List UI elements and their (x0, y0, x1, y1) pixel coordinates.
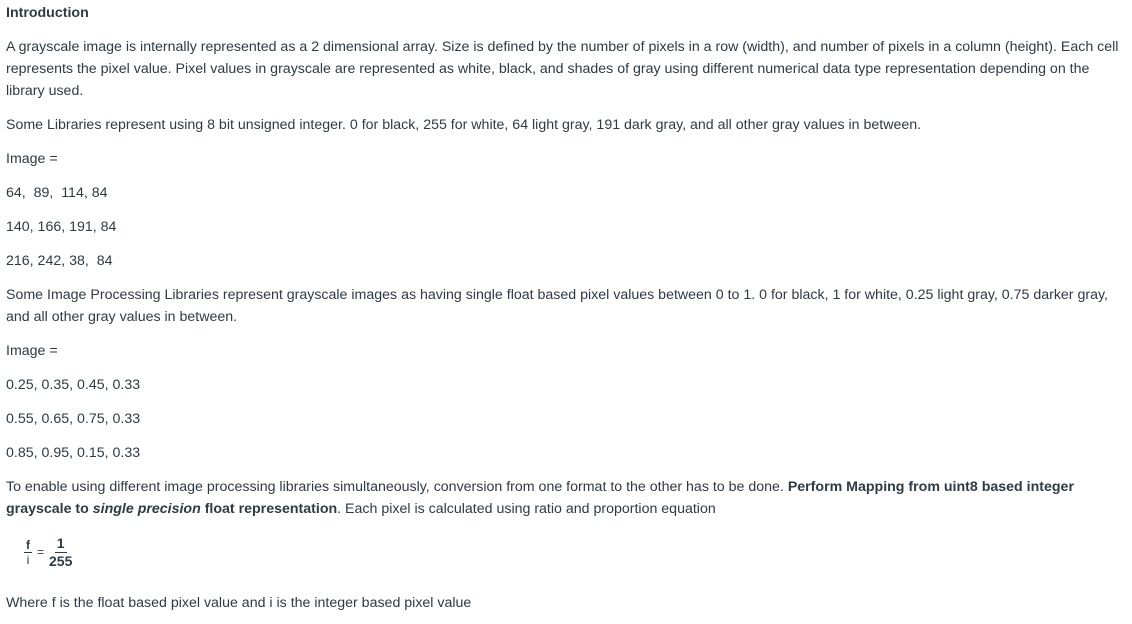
section-title: Introduction (6, 5, 89, 21)
numerator: 1 (54, 534, 67, 553)
uint8-row: 64, 89, 114, 84 (6, 185, 108, 201)
task-text: To enable using different image processi… (6, 479, 788, 495)
fraction-1-over-255: 1 255 (49, 535, 72, 570)
ratio-equation: f i = 1 255 (24, 532, 1126, 572)
document: Introduction A grayscale image is intern… (0, 0, 1132, 614)
uint8-row: 140, 166, 191, 84 (6, 219, 117, 235)
denominator: 255 (49, 552, 73, 569)
task-text: . Each pixel is calculated using ratio a… (337, 501, 716, 517)
numerator: f (24, 537, 32, 553)
definition-paragraph: Where f is the float based pixel value a… (6, 595, 472, 611)
intro-paragraph: A grayscale image is internally represen… (6, 39, 1119, 99)
float-paragraph: Some Image Processing Libraries represen… (6, 287, 1108, 325)
float-row: 0.55, 0.65, 0.75, 0.33 (6, 411, 141, 427)
float-row: 0.25, 0.35, 0.45, 0.33 (6, 377, 141, 393)
task-italic: single precision (92, 501, 201, 517)
uint8-row: 216, 242, 38, 84 (6, 253, 113, 269)
denominator: i (26, 552, 30, 567)
float-row: 0.85, 0.95, 0.15, 0.33 (6, 445, 141, 461)
image-label: Image = (6, 343, 58, 359)
task-paragraph: To enable using different image processi… (6, 476, 1126, 520)
image-label: Image = (6, 151, 58, 167)
fraction-f-over-i: f i (24, 538, 32, 567)
equals-sign: = (37, 545, 45, 559)
uint8-paragraph: Some Libraries represent using 8 bit uns… (6, 117, 922, 133)
task-bold: float representation (200, 501, 338, 517)
